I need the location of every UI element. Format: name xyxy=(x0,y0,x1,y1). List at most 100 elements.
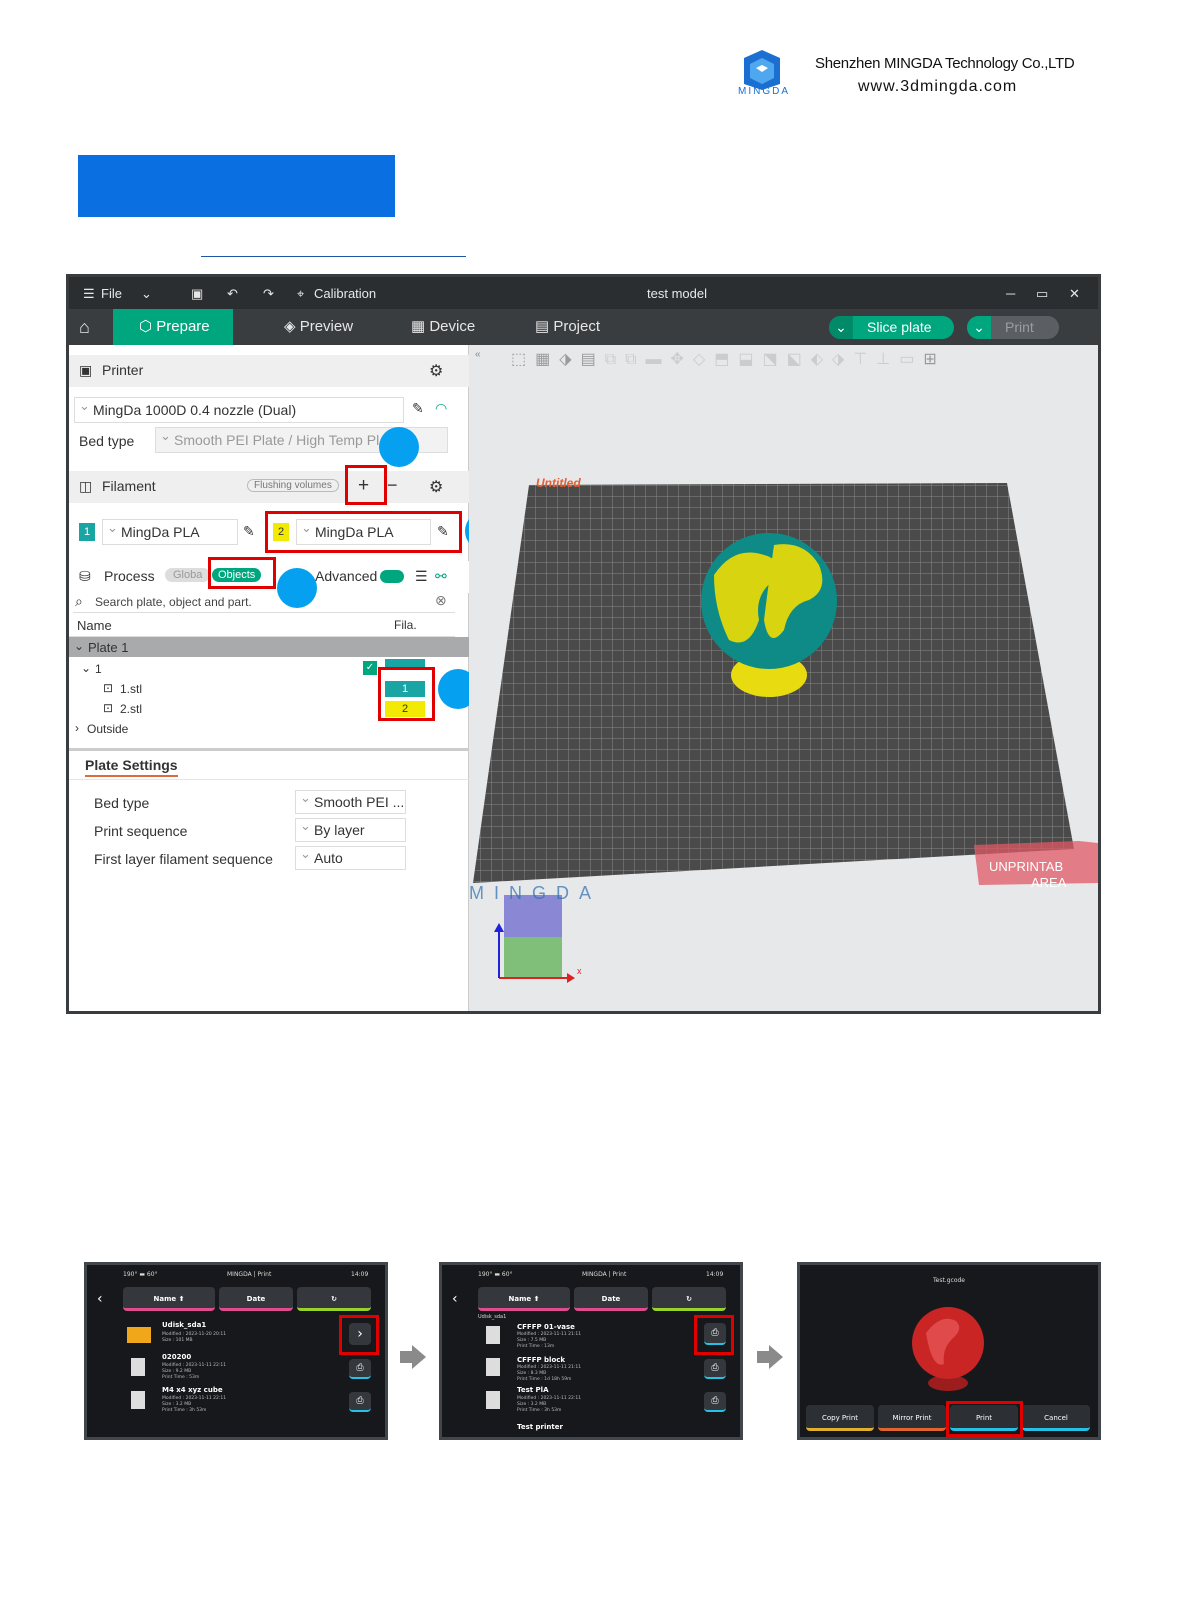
object-search[interactable]: ⌕ Search plate, object and part. ⊗ xyxy=(73,591,455,613)
plate-bed-type-select[interactable]: Smooth PEI ... xyxy=(295,787,406,814)
print-sequence-label: Print sequence xyxy=(94,823,188,839)
redo-icon[interactable]: ↷ xyxy=(263,286,274,302)
tab-project-label: Project xyxy=(553,318,601,335)
clear-search-icon[interactable]: ⊗ xyxy=(435,592,447,609)
file-name[interactable]: 020200 xyxy=(162,1353,191,1361)
callout-dot-1 xyxy=(379,427,419,467)
print-sequence-select[interactable]: By layer xyxy=(295,815,406,842)
first-layer-sequence-select[interactable]: Auto xyxy=(295,843,406,870)
wifi-icon[interactable]: ◠ xyxy=(435,400,447,417)
filament-1-select[interactable]: MingDa PLA xyxy=(102,516,238,545)
tab-project[interactable]: ▤ Project xyxy=(505,309,600,345)
support-icon[interactable]: ⊤⊥▭ xyxy=(853,351,923,368)
print-button[interactable]: ⌄ Print xyxy=(967,316,1059,339)
close-icon[interactable]: ✕ xyxy=(1069,286,1080,302)
file-name[interactable]: CFFFP 01-vase xyxy=(517,1323,575,1331)
sort-name-button[interactable]: Name ⬆ xyxy=(478,1287,570,1311)
arrange-icon[interactable]: ▦ xyxy=(535,351,559,368)
refresh-button[interactable]: ↻ xyxy=(652,1287,726,1311)
col-name: Name xyxy=(77,618,112,633)
file-icon xyxy=(486,1358,500,1376)
copy-icon[interactable]: ⧉⧉▬ xyxy=(605,351,671,368)
file-menu[interactable]: File xyxy=(101,286,122,301)
tab-device[interactable]: ▦ Device xyxy=(381,309,475,345)
process-list-icon[interactable]: ☰ xyxy=(415,568,428,585)
tab-prepare[interactable]: ⬡ Prepare xyxy=(113,309,233,345)
company-website: www.3dmingda.com xyxy=(858,78,1018,95)
add-object-icon[interactable]: ⬚ xyxy=(511,351,535,368)
expand-icon[interactable]: › xyxy=(75,721,79,735)
sort-date-button[interactable]: Date xyxy=(219,1287,293,1311)
auto-orient-icon[interactable]: ⬗ xyxy=(559,351,580,368)
save-icon[interactable]: ▣ xyxy=(191,286,203,302)
collapse-icon[interactable]: ⌄ xyxy=(74,639,84,653)
expand-panel-icon[interactable]: « xyxy=(475,349,481,360)
file-name[interactable]: CFFFP block xyxy=(517,1356,565,1364)
compare-icon[interactable]: ⚯ xyxy=(435,568,447,585)
build-plate-scene[interactable] xyxy=(469,375,1098,1014)
company-name: Shenzhen MINGDA Technology Co.,LTD xyxy=(815,55,1075,72)
hamburger-icon[interactable]: ☰ xyxy=(83,286,95,302)
home-icon[interactable]: ⌂ xyxy=(69,309,109,345)
object-checkbox[interactable]: ✓ xyxy=(363,661,377,675)
filament-1-swatch[interactable]: 1 xyxy=(79,523,95,541)
plate-label: Plate 1 xyxy=(88,640,129,655)
global-tab[interactable]: Globa xyxy=(165,568,211,582)
undo-icon[interactable]: ↶ xyxy=(227,286,238,302)
file-meta: Size : 101 MB xyxy=(162,1338,193,1343)
copy-print-button[interactable]: Copy Print xyxy=(806,1405,874,1431)
tab-preview[interactable]: ◈ Preview xyxy=(254,309,353,345)
tab-device-label: Device xyxy=(429,318,476,335)
view-icon[interactable]: ⊞ xyxy=(923,351,945,368)
print-label: Print xyxy=(1005,319,1034,335)
printer-select[interactable]: MingDa 1000D 0.4 nozzle (Dual) xyxy=(74,394,404,423)
file-name[interactable]: Test PlA xyxy=(517,1386,549,1394)
print-dropdown-icon[interactable]: ⌄ xyxy=(967,316,991,339)
minimize-icon[interactable]: ─ xyxy=(1006,286,1015,301)
cancel-button[interactable]: Cancel xyxy=(1022,1405,1090,1431)
outside-row[interactable]: › Outside xyxy=(69,719,455,739)
printer-settings-icon[interactable]: ⚙ xyxy=(429,361,443,381)
chevron-down-icon[interactable]: ⌄ xyxy=(141,286,152,302)
flow-arrow-head xyxy=(412,1345,426,1369)
sort-name-button[interactable]: Name ⬆ xyxy=(123,1287,215,1311)
remove-filament-icon[interactable]: − xyxy=(387,475,398,496)
viewport-toolbar[interactable]: ⬚▦⬗▤⧉⧉▬✥◇⬒⬓⬔⬕⬖⬗⊤⊥▭⊞ xyxy=(471,345,1098,375)
file-name[interactable]: Udisk_sda1 xyxy=(162,1321,206,1329)
print-file-button[interactable]: ⎙ xyxy=(704,1359,726,1379)
print-file-button[interactable]: ⎙ xyxy=(349,1359,371,1379)
print-file-button[interactable]: ⎙ xyxy=(704,1392,726,1412)
file-name[interactable]: M4 x4 xyz cube xyxy=(162,1386,223,1394)
view-cube-front[interactable] xyxy=(504,937,562,977)
sort-date-button[interactable]: Date xyxy=(574,1287,648,1311)
calibration-icon[interactable]: ⌖ xyxy=(297,286,304,302)
title-bar: ☰ File ⌄ ▣ ↶ ↷ ⌖ Calibration test model … xyxy=(69,277,1098,309)
advanced-toggle[interactable] xyxy=(380,570,404,583)
plate-row[interactable]: ⌄ Plate 1 xyxy=(69,637,469,657)
flushing-volumes-button[interactable]: Flushing volumes xyxy=(247,479,339,492)
object-fila-swatch[interactable] xyxy=(385,659,425,667)
edit-filament-1-icon[interactable]: ✎ xyxy=(243,523,255,540)
process-label: Process xyxy=(104,568,155,584)
highlight-part-filaments xyxy=(378,667,435,721)
file-name[interactable]: Test printer xyxy=(517,1423,563,1431)
edit-printer-icon[interactable]: ✎ xyxy=(412,400,424,417)
bed-type-label: Bed type xyxy=(79,433,135,449)
logo-text: MINGDA xyxy=(738,86,790,97)
refresh-button[interactable]: ↻ xyxy=(297,1287,371,1311)
print-file-button[interactable]: ⎙ xyxy=(349,1392,371,1412)
move-icon[interactable]: ✥◇⬒⬓⬔⬕⬖⬗ xyxy=(671,351,854,368)
back-icon[interactable]: ‹ xyxy=(452,1291,458,1307)
x-axis-label: x xyxy=(577,966,582,976)
search-input[interactable]: Search plate, object and part. xyxy=(95,595,252,609)
slice-plate-button[interactable]: ⌄ Slice plate xyxy=(829,316,954,339)
plate-icon[interactable]: ▤ xyxy=(581,351,605,368)
collapse-icon[interactable]: ⌄ xyxy=(81,661,91,675)
mirror-print-button[interactable]: Mirror Print xyxy=(878,1405,946,1431)
filament-settings-icon[interactable]: ⚙ xyxy=(429,477,443,497)
3d-viewport[interactable]: ⬚▦⬗▤⧉⧉▬✥◇⬒⬓⬔⬕⬖⬗⊤⊥▭⊞ « Untitled MINGDA UN… xyxy=(469,345,1098,1014)
calibration-menu[interactable]: Calibration xyxy=(314,286,376,301)
back-icon[interactable]: ‹ xyxy=(97,1291,103,1307)
slice-dropdown-icon[interactable]: ⌄ xyxy=(829,316,853,339)
maximize-icon[interactable]: ▭ xyxy=(1036,286,1048,302)
